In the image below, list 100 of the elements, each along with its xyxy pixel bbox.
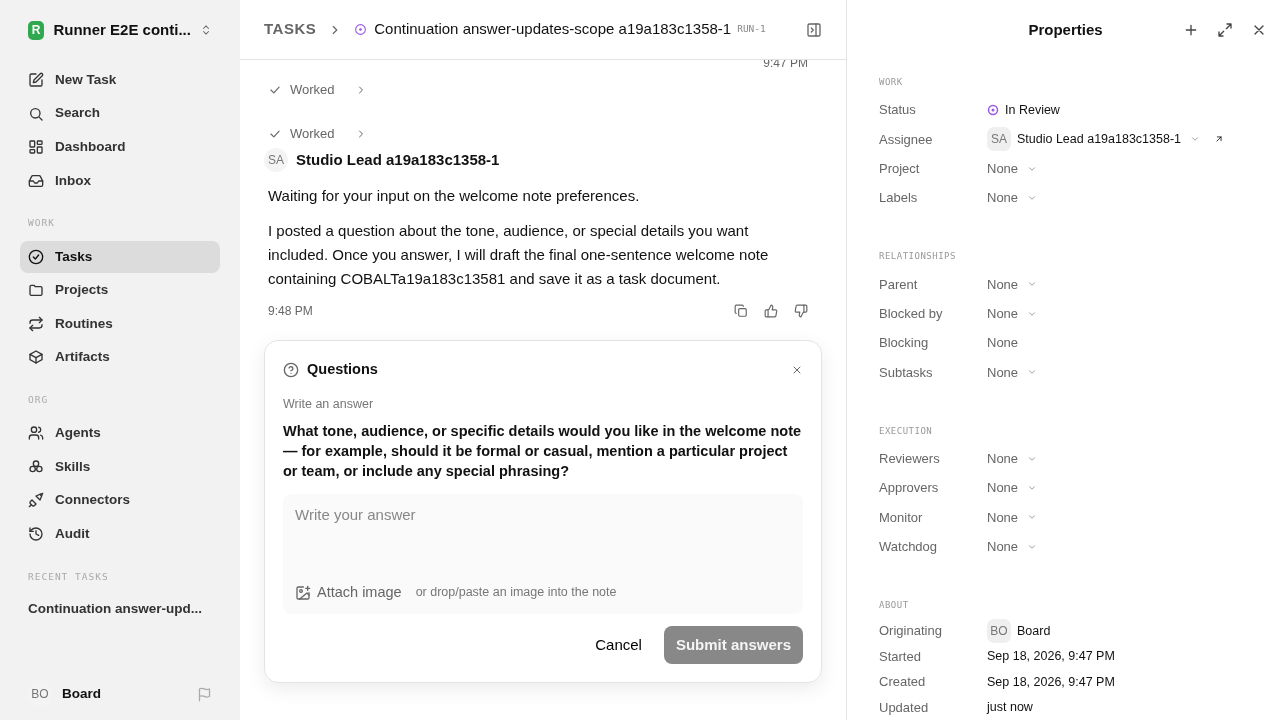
sidebar-item[interactable]: New Task [20, 64, 220, 96]
check-circle-icon [28, 248, 44, 265]
sidebar-item[interactable]: Projects [20, 274, 220, 307]
property-value[interactable]: None [987, 449, 1019, 469]
sidebar-item[interactable]: Agents [20, 417, 220, 450]
question-text: What tone, audience, or specific details would you like in the welcome note — for example, should it be formal or casual, mention a particular project or team, or include any special phrasing? [283, 421, 803, 481]
sidebar-item[interactable]: Tasks [20, 240, 220, 273]
property-value[interactable]: None [987, 362, 1019, 383]
person-avatar: BO [987, 619, 1011, 644]
property-value[interactable]: None [987, 188, 1019, 208]
sidebar-item[interactable]: Dashboard [20, 131, 220, 164]
person-name: Board [1017, 622, 1051, 640]
property-label: Parent [879, 275, 919, 294]
answer-field[interactable]: Write your answer Attach image or drop/paste an image into the note [283, 493, 803, 614]
status-icon [354, 23, 368, 36]
person-avatar: SA [987, 127, 1011, 152]
date-value: just now [987, 699, 1033, 716]
property-value: None [987, 334, 1019, 353]
package-icon [28, 349, 44, 366]
sidebar-item[interactable]: Audit [20, 518, 220, 551]
panel-title: Properties [1027, 19, 1104, 40]
image-plus-icon [295, 584, 311, 601]
help-icon [283, 361, 299, 378]
property-label: Blocked by [879, 305, 944, 324]
property-value[interactable]: None [987, 478, 1019, 498]
section-label: WORK [879, 76, 904, 89]
section-label: RELATIONSHIPS [879, 250, 957, 264]
task-title: Continuation answer-updates-scope a19a183c1358-1 [374, 19, 732, 40]
message-text: Waiting for your input on the welcome note preferences. [268, 186, 641, 206]
property-label: Created [879, 673, 927, 692]
person-name[interactable]: Studio Lead a19a183c1358-1 [1017, 130, 1182, 149]
plug-icon [28, 492, 44, 509]
author-name: Studio Lead a19a183c1358-1 [296, 149, 500, 170]
property-label: Watchdog [879, 538, 939, 556]
search-icon [28, 105, 44, 122]
property-label: Subtasks [879, 363, 934, 382]
property-label: Labels [879, 189, 919, 208]
property-value[interactable]: None [987, 304, 1019, 324]
section-label: EXECUTION [879, 424, 934, 438]
sidebar-item[interactable]: Search [20, 97, 220, 130]
property-label: Reviewers [879, 450, 941, 469]
expand-button[interactable] [1216, 22, 1234, 38]
property-value[interactable]: None [987, 537, 1019, 557]
attach-hint: or drop/paste an image into the note [415, 584, 617, 602]
section-label: ORG [27, 393, 50, 407]
section-label: WORK [27, 216, 56, 231]
property-value[interactable]: None [987, 507, 1019, 528]
users-icon [28, 425, 44, 442]
blocks-icon [28, 458, 44, 475]
folder-icon [28, 282, 44, 299]
message-text: I posted a question about the tone, audience, or special details you want included. Once you answer, I will draft the final one-sentence welcome note containing COBALTa19a183c13581 and save it as a task document. [268, 221, 770, 289]
property-label: Approvers [879, 479, 940, 498]
like-button[interactable] [764, 304, 778, 318]
run-label: RUN-1 [737, 22, 766, 37]
edit-icon [28, 72, 44, 88]
card-title: Questions [307, 360, 378, 379]
flag-icon [197, 686, 212, 702]
history-icon [28, 526, 44, 543]
section-label: RECENT TASKS [27, 569, 110, 584]
property-label: Blocking [879, 334, 930, 353]
cancel-button[interactable]: Cancel [583, 625, 654, 664]
worked-step[interactable]: Worked [268, 68, 367, 112]
field-label: Write an answer [283, 395, 375, 413]
thumbs-down-icon [794, 304, 808, 318]
date-value: Sep 18, 2026, 9:47 PM [987, 648, 1115, 666]
dashboard-icon [28, 139, 44, 156]
property-label: Originating [879, 622, 943, 641]
property-label: Assignee [879, 130, 934, 149]
message-time: 9:48 PM [268, 303, 313, 320]
property-label: Project [879, 160, 921, 179]
sidebar-item[interactable]: Skills [20, 450, 220, 483]
sidebar-item[interactable]: Inbox [20, 164, 220, 197]
thumbs-up-icon [764, 304, 778, 318]
workspace-name[interactable]: Runner E2E conti... [53, 18, 191, 42]
breadcrumb-link[interactable]: TASKS [264, 18, 317, 41]
section-label: ABOUT [879, 598, 910, 612]
external-link-icon [1214, 134, 1225, 145]
property-value[interactable]: None [987, 274, 1019, 295]
property-label: Started [879, 647, 922, 666]
expand-icon [1216, 22, 1234, 38]
property-label: Updated [879, 698, 930, 717]
sidebar-item[interactable]: Artifacts [20, 341, 220, 374]
recent-task-link[interactable]: Continuation answer-upd... [20, 593, 220, 624]
property-label: Status [879, 101, 917, 120]
sidebar-item[interactable]: Connectors [20, 484, 220, 517]
panel-toggle-button[interactable] [806, 21, 822, 38]
attach-image-button[interactable]: Attach image [295, 581, 402, 604]
property-value[interactable]: None [987, 159, 1019, 179]
panel-icon [806, 21, 822, 38]
property-label: Monitor [879, 508, 924, 527]
dislike-button[interactable] [794, 304, 808, 318]
repeat-icon [28, 315, 44, 332]
status-value[interactable]: In Review [1005, 100, 1060, 120]
sidebar-item[interactable]: Routines [20, 307, 220, 340]
user-name: Board [62, 684, 102, 703]
author-avatar: SA [264, 148, 288, 172]
copy-button[interactable] [734, 304, 748, 318]
copy-icon [734, 304, 748, 318]
date-value: Sep 18, 2026, 9:47 PM [987, 673, 1115, 691]
inbox-icon [28, 172, 44, 189]
